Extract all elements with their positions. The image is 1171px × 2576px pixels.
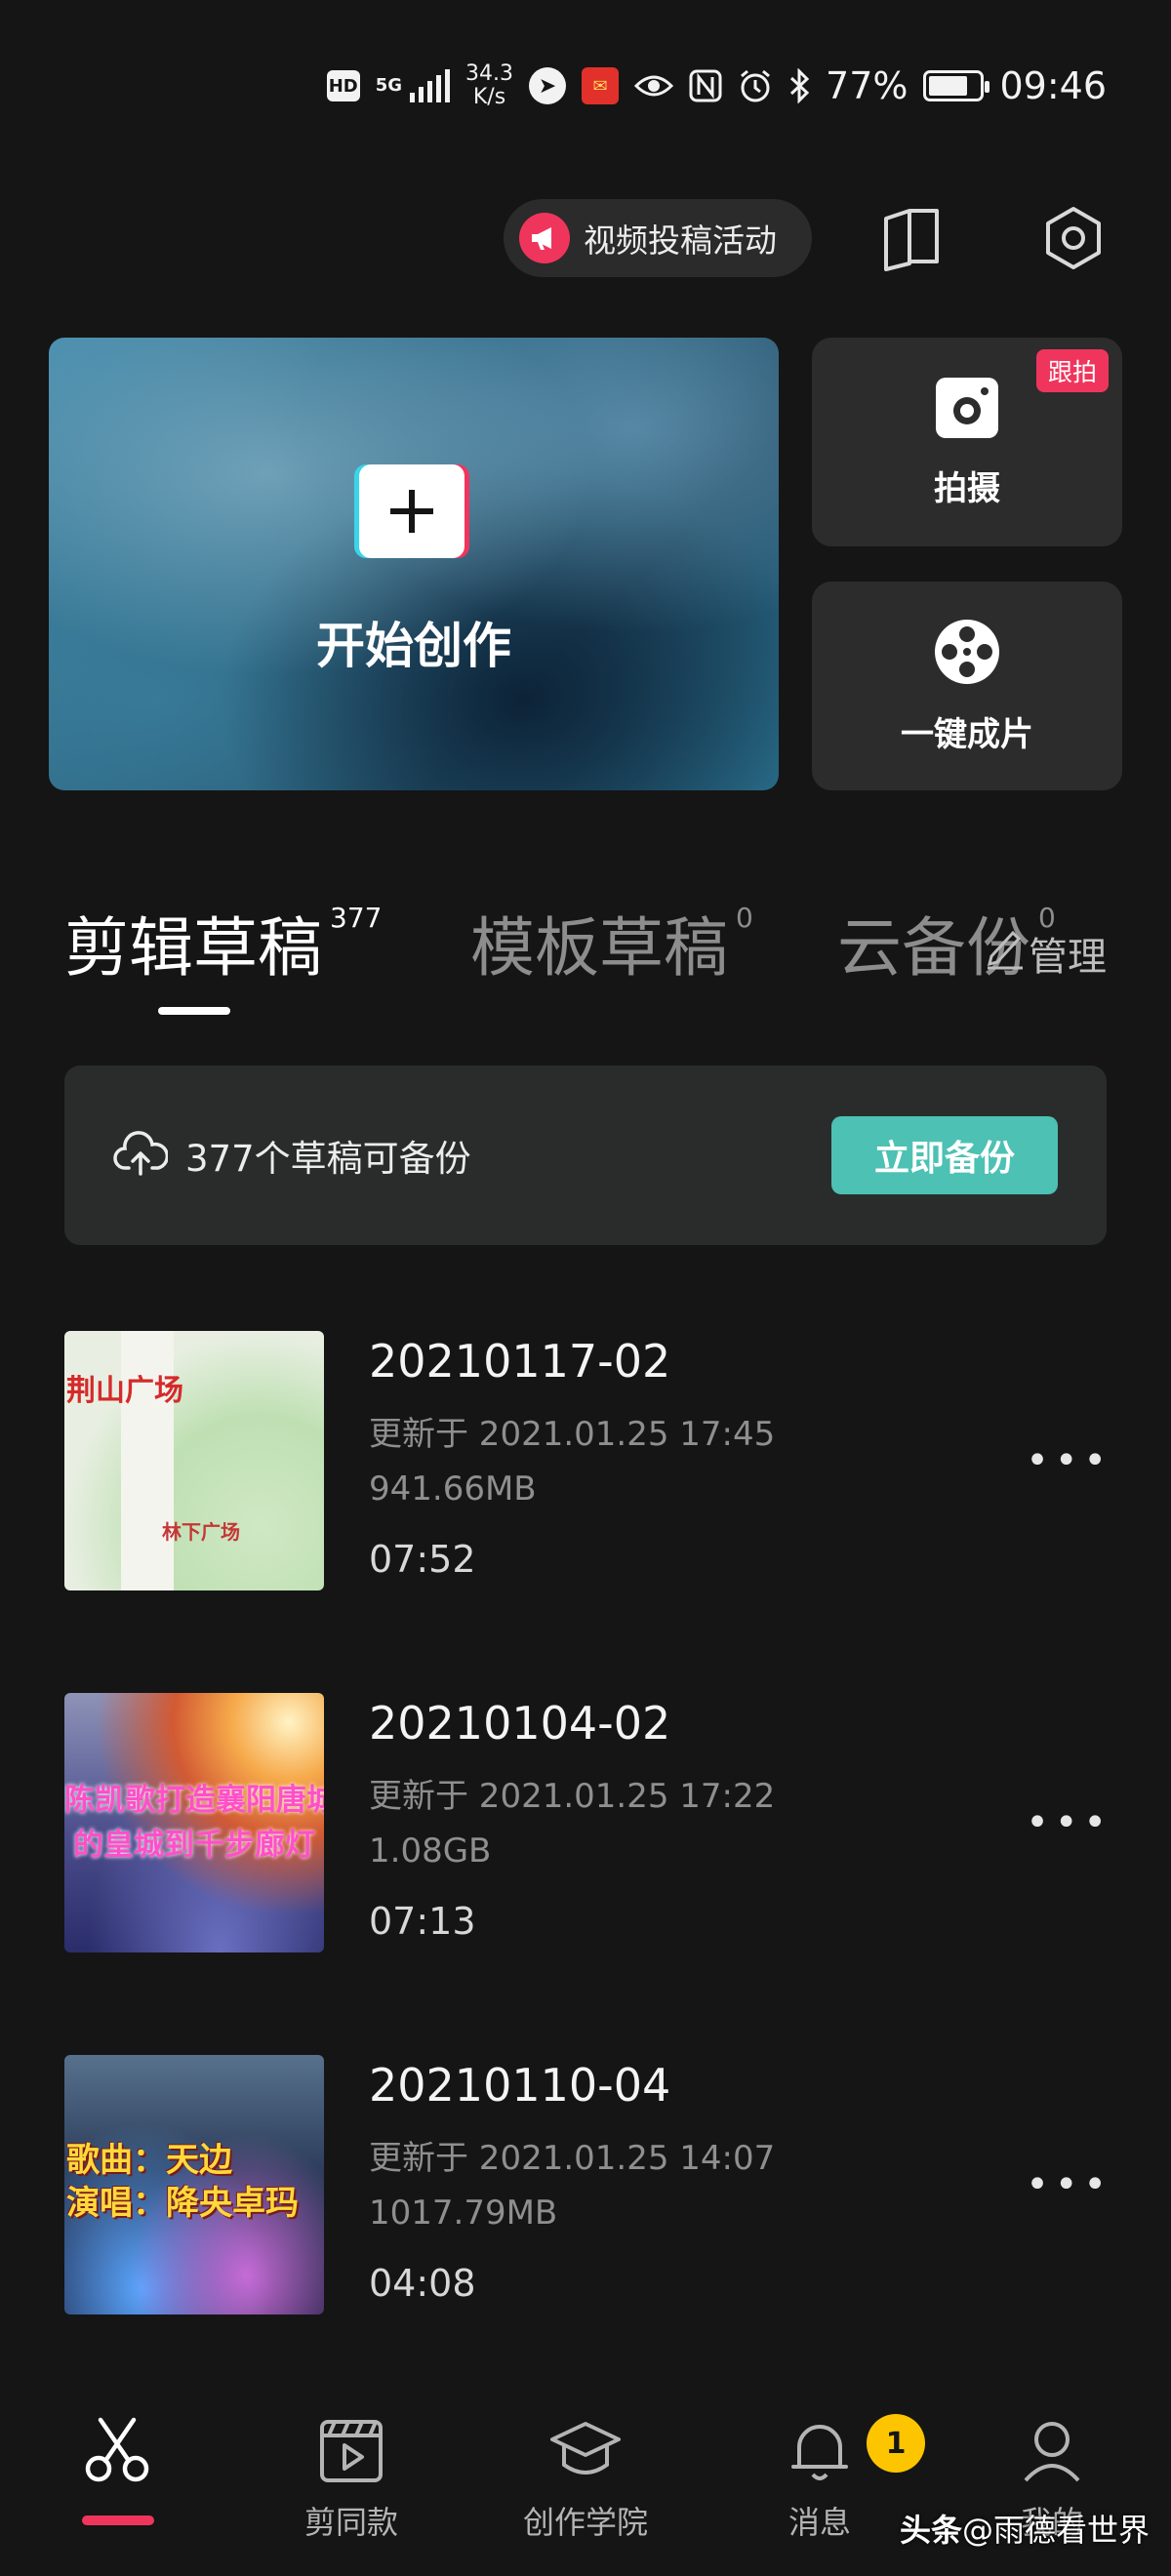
promo-activity-label: 视频投稿活动 — [584, 221, 777, 260]
draft-updated-time: 更新于 2021.01.25 17:45 — [369, 1415, 776, 1454]
backup-available-text: 377个草稿可备份 — [185, 1138, 471, 1180]
message-count-badge: 1 — [867, 2414, 925, 2473]
shoot-card[interactable]: 跟拍 拍摄 — [812, 338, 1122, 546]
bell-icon — [786, 2416, 854, 2488]
thumbnail-caption: 的皇城到千步廊灯 — [73, 1828, 315, 1863]
watermark: 头条@雨德看世界 — [900, 2506, 1150, 2551]
draft-item[interactable]: 荆山广场 林下广场 20210117-02 更新于 2021.01.25 17:… — [64, 1331, 1107, 1590]
draft-duration: 07:52 — [369, 1538, 476, 1581]
draft-updated-time: 更新于 2021.01.25 14:07 — [369, 2139, 776, 2178]
alarm-icon — [738, 68, 773, 103]
backup-banner: 377个草稿可备份 立即备份 — [64, 1066, 1107, 1245]
nav-same-style-label: 剪同款 — [303, 2504, 398, 2541]
nfc-icon — [689, 69, 722, 102]
draft-file-size: 941.66MB — [369, 1469, 537, 1509]
clock: 09:46 — [999, 64, 1107, 107]
one-click-film-label: 一键成片 — [901, 714, 1033, 754]
draft-title: 20210117-02 — [369, 1335, 671, 1388]
camera-icon — [934, 376, 1000, 444]
nav-academy[interactable]: 创作学院 — [488, 2416, 683, 2543]
battery-icon — [923, 70, 990, 101]
hd-icon: HD — [326, 70, 360, 101]
graduation-cap-icon — [548, 2416, 623, 2488]
tab-edit-drafts-count: 377 — [330, 902, 383, 934]
plus-icon — [359, 464, 464, 558]
scissors-icon — [83, 2416, 151, 2488]
status-bar: HD 5G 34.3 K/s ➤ ✉ 77% 09:46 — [0, 0, 1171, 172]
book-icon[interactable] — [876, 203, 947, 273]
tab-template-drafts-label: 模板草稿 — [470, 910, 728, 986]
eye-icon — [634, 72, 674, 100]
draft-file-size: 1.08GB — [369, 1831, 492, 1871]
tab-edit-drafts[interactable]: 剪辑草稿 377 — [64, 896, 382, 989]
thumbnail-caption: 陈凯歌打造襄阳唐城 — [64, 1783, 324, 1818]
thumbnail-caption: 林下广场 — [162, 1520, 240, 1544]
draft-item[interactable]: 歌曲：天边 演唱：降央卓玛 20210110-04 更新于 2021.01.25… — [64, 2055, 1107, 2314]
watermark-brand: 头条 — [899, 2512, 962, 2549]
app-notification-icon: ➤ — [529, 67, 567, 104]
bluetooth-icon — [788, 68, 810, 103]
draft-duration: 07:13 — [369, 1900, 476, 1943]
draft-thumbnail: 歌曲：天边 演唱：降央卓玛 — [64, 2055, 324, 2314]
one-click-film-card[interactable]: 一键成片 — [812, 582, 1122, 790]
more-options-icon[interactable]: ••• — [1026, 2162, 1112, 2207]
network-speed-value: 34.3 — [465, 61, 514, 86]
nav-edit[interactable] — [20, 2416, 215, 2498]
promo-activity-button[interactable]: 视频投稿活动 — [504, 199, 812, 277]
draft-title: 20210104-02 — [369, 1697, 671, 1750]
tab-template-drafts[interactable]: 模板草稿 0 — [470, 896, 753, 989]
clapperboard-icon — [317, 2416, 385, 2488]
user-icon — [1018, 2416, 1086, 2488]
start-creation-label: 开始创作 — [316, 618, 511, 674]
draft-thumbnail: 荆山广场 林下广场 — [64, 1331, 324, 1590]
nav-academy-label: 创作学院 — [522, 2504, 648, 2541]
active-tab-indicator — [158, 1007, 230, 1015]
shoot-label: 拍摄 — [934, 468, 1000, 508]
tab-template-drafts-count: 0 — [736, 902, 753, 934]
battery-fill — [929, 76, 967, 96]
start-creation-card[interactable]: 开始创作 — [49, 338, 779, 790]
draft-file-size: 1017.79MB — [369, 2194, 558, 2233]
active-nav-indicator — [82, 2516, 154, 2525]
signal-bars-icon — [410, 69, 451, 102]
draft-thumbnail: 陈凯歌打造襄阳唐城 的皇城到千步廊灯 — [64, 1693, 324, 1952]
gear-icon[interactable] — [1038, 203, 1109, 273]
draft-updated-time: 更新于 2021.01.25 17:22 — [369, 1777, 776, 1816]
film-reel-icon — [933, 618, 1001, 690]
battery-percent: 77% — [826, 64, 909, 107]
thumbnail-caption: 歌曲：天边 — [66, 2141, 232, 2180]
draft-duration: 04:08 — [369, 2262, 476, 2305]
draft-item[interactable]: 陈凯歌打造襄阳唐城 的皇城到千步廊灯 20210104-02 更新于 2021.… — [64, 1693, 1107, 1952]
thumbnail-caption: 演唱：降央卓玛 — [66, 2184, 299, 2223]
nav-same-style[interactable]: 剪同款 — [254, 2416, 449, 2543]
nav-messages-label: 消息 — [787, 2504, 851, 2541]
megaphone-icon — [519, 213, 570, 263]
watermark-handle: @雨德看世界 — [961, 2512, 1150, 2549]
manage-edit-icon — [986, 927, 1025, 980]
cloud-upload-icon — [113, 1131, 170, 1180]
follow-shoot-badge[interactable]: 跟拍 — [1035, 349, 1109, 392]
app-red-icon: ✉ — [582, 67, 620, 104]
more-options-icon[interactable]: ••• — [1026, 1438, 1112, 1483]
5g-signal-icon: 5G — [375, 75, 403, 96]
network-speed: 34.3 K/s — [465, 62, 513, 109]
manage-label: 管理 — [1029, 935, 1107, 980]
thumbnail-caption: 荆山广场 — [66, 1374, 183, 1408]
draft-tabs: 剪辑草稿 377 模板草稿 0 云备份 0 管理 — [0, 878, 1171, 1025]
draft-title: 20210110-04 — [369, 2059, 671, 2112]
manage-button[interactable]: 管理 — [986, 925, 1107, 982]
more-options-icon[interactable]: ••• — [1026, 1800, 1112, 1845]
backup-now-button[interactable]: 立即备份 — [831, 1116, 1058, 1194]
network-speed-unit: K/s — [472, 85, 506, 109]
tab-edit-drafts-label: 剪辑草稿 — [64, 910, 322, 986]
